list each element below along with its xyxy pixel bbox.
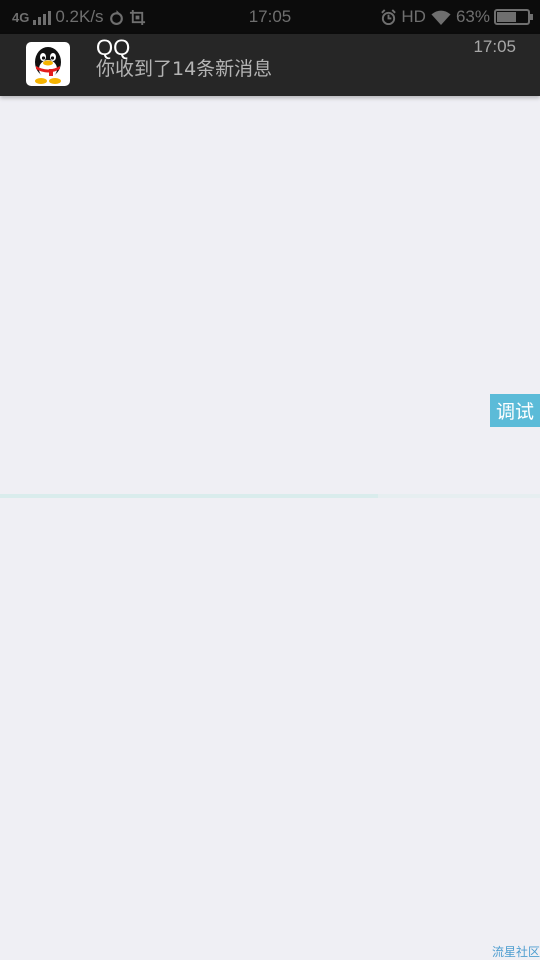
watermark: 流星社区 bbox=[491, 945, 540, 959]
battery-fill bbox=[497, 12, 516, 22]
loading-progress-fill bbox=[0, 494, 378, 498]
battery-icon bbox=[494, 9, 533, 25]
notification-time: 17:05 bbox=[473, 37, 516, 56]
qq-notification[interactable]: QQ 你收到了14条新消息 17:05 bbox=[0, 34, 540, 96]
status-bar: 4G 0.2K/s 17:05 HD 63% bbox=[0, 0, 540, 34]
notification-message: 你收到了14条新消息 bbox=[96, 58, 273, 80]
loading-progress-bar bbox=[0, 494, 540, 498]
hd-indicator: HD bbox=[401, 7, 426, 26]
wifi-icon bbox=[431, 10, 451, 25]
battery-percent: 63% bbox=[455, 7, 490, 26]
debug-button[interactable]: 调试 bbox=[490, 394, 540, 427]
status-right: HD 63% bbox=[380, 7, 533, 27]
qq-penguin-icon bbox=[26, 42, 70, 86]
alarm-icon bbox=[381, 8, 397, 25]
